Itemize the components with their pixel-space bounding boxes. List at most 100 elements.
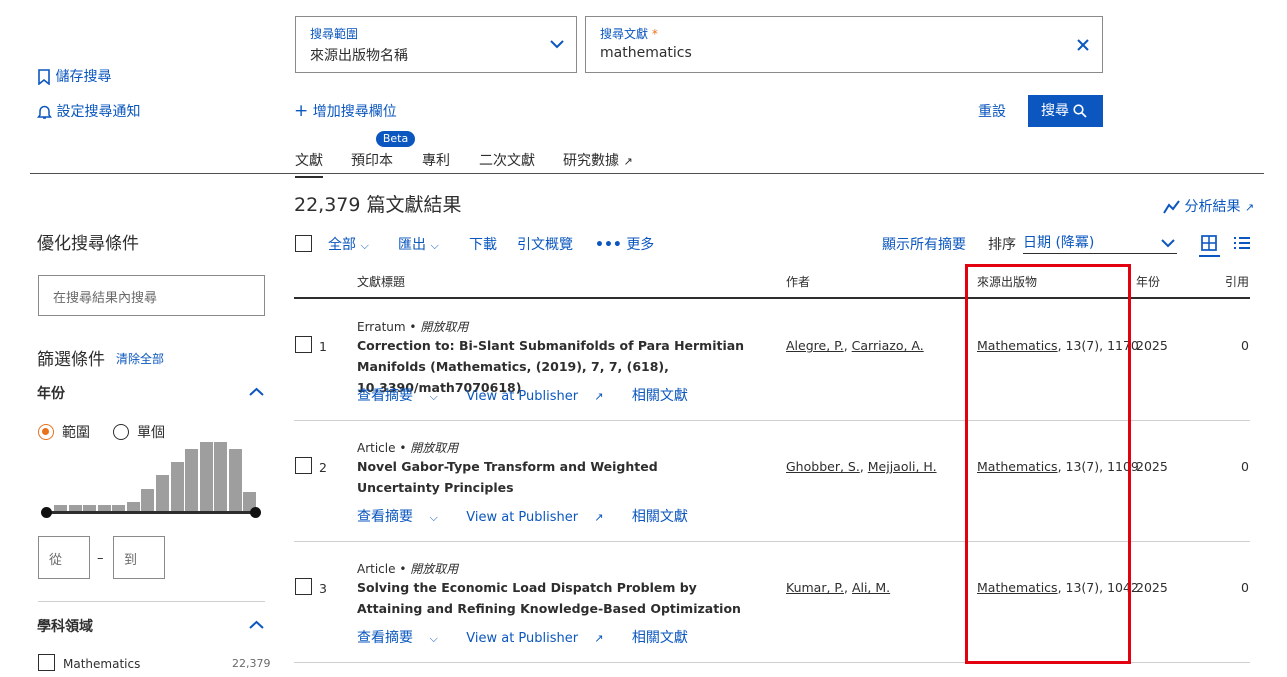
- view-abstract-toggle[interactable]: 查看摘要 ⌵: [357, 630, 450, 646]
- trend-line-icon: [1163, 200, 1180, 214]
- related-documents-link[interactable]: 相關文獻: [632, 509, 688, 525]
- year-to-input[interactable]: 到: [113, 536, 165, 579]
- search-button[interactable]: 搜尋: [1028, 95, 1103, 127]
- tab-patents[interactable]: 專利: [422, 150, 450, 170]
- set-alert-link[interactable]: 設定搜尋通知: [37, 101, 140, 121]
- add-search-field-button[interactable]: + 增加搜尋欄位: [294, 101, 397, 121]
- search-query-field[interactable]: 搜尋文獻 * mathematics: [585, 16, 1103, 73]
- document-type: Article • 開放取用: [357, 562, 459, 576]
- refine-search-title: 優化搜尋條件: [37, 234, 139, 254]
- export-dropdown[interactable]: 匯出 ⌵: [398, 234, 439, 254]
- chevron-down-icon: ⌵: [429, 390, 438, 403]
- author-link[interactable]: Ali, M.: [852, 580, 890, 595]
- author-link[interactable]: Kumar, P.: [786, 580, 844, 595]
- author-link[interactable]: Mejjaoli, H.: [868, 459, 937, 474]
- single-radio-label: 單個: [137, 425, 165, 441]
- required-marker: *: [651, 27, 658, 41]
- header-divider: [30, 173, 1264, 174]
- related-documents-link[interactable]: 相關文獻: [632, 388, 688, 404]
- histogram-bar: [214, 442, 227, 512]
- search-scope-value: 來源出版物名稱: [310, 48, 408, 64]
- table-view-underline: [1199, 255, 1220, 257]
- list-view-icon[interactable]: [1234, 236, 1250, 250]
- download-button[interactable]: 下載: [469, 234, 497, 254]
- search-query-input[interactable]: mathematics: [600, 45, 692, 61]
- year-from-input[interactable]: 從: [38, 536, 90, 579]
- external-link-icon: ↗: [1244, 201, 1255, 214]
- view-abstract-label: 查看摘要: [357, 388, 413, 404]
- view-at-publisher-label: View at Publisher: [466, 631, 579, 646]
- save-search-label: 儲存搜尋: [55, 69, 112, 85]
- view-abstract-toggle[interactable]: 查看摘要 ⌵: [357, 388, 450, 404]
- tab-secondary-documents[interactable]: 二次文獻: [479, 150, 535, 170]
- table-view-icon[interactable]: [1201, 235, 1217, 251]
- slider-handle-end[interactable]: [250, 507, 261, 518]
- analyze-results-link[interactable]: 分析結果 ↗: [1163, 196, 1254, 216]
- clear-all-link[interactable]: 清除全部: [116, 350, 164, 367]
- related-documents-link[interactable]: 相關文獻: [632, 630, 688, 646]
- search-scope-label: 搜尋範圍: [310, 27, 359, 41]
- year-cell: 2025: [1136, 338, 1168, 353]
- histogram-bar: [229, 449, 242, 512]
- sidebar-divider: [38, 601, 265, 602]
- subject-area-heading: 學科領域: [37, 619, 93, 635]
- author-link[interactable]: Carriazo, A.: [852, 338, 924, 353]
- open-access-label: 開放取用: [410, 441, 459, 455]
- subject-checkbox-mathematics[interactable]: [38, 654, 55, 671]
- cited-by-cell: 0: [1241, 338, 1249, 353]
- document-title-link[interactable]: Solving the Economic Load Dispatch Probl…: [357, 577, 747, 619]
- external-link-icon: ↗: [594, 511, 604, 524]
- chevron-up-icon[interactable]: [249, 387, 264, 397]
- year-filter-heading: 年份: [37, 386, 65, 402]
- search-scope-select[interactable]: 搜尋範圍 來源出版物名稱: [295, 16, 577, 73]
- view-at-publisher-link[interactable]: View at Publisher ↗: [466, 631, 615, 646]
- author-link[interactable]: Ghobber, S.: [786, 459, 860, 474]
- row-checkbox[interactable]: [295, 578, 312, 595]
- subject-item-count: 22,379: [232, 657, 271, 670]
- range-radio-label: 範圍: [62, 425, 90, 441]
- search-within-input[interactable]: 在搜尋結果內搜尋: [38, 275, 265, 316]
- beta-badge: Beta: [376, 131, 415, 147]
- author-link[interactable]: Alegre, P.: [786, 338, 844, 353]
- select-all-checkbox[interactable]: [295, 235, 312, 252]
- sort-select[interactable]: 日期 (降冪): [1023, 232, 1177, 254]
- external-link-icon: ↗: [594, 632, 604, 645]
- sort-value: 日期 (降冪): [1023, 235, 1095, 251]
- histogram-bar: [185, 449, 198, 512]
- more-label: 更多: [626, 237, 655, 253]
- year-range-slider-track[interactable]: [46, 511, 256, 514]
- authors-cell: Alegre, P., Carriazo, A.: [786, 338, 924, 353]
- view-at-publisher-link[interactable]: View at Publisher ↗: [466, 510, 615, 525]
- plus-icon: +: [294, 101, 309, 121]
- save-search-link[interactable]: 儲存搜尋: [37, 66, 111, 86]
- range-radio[interactable]: [38, 424, 54, 440]
- row-actions: 查看摘要 ⌵ View at Publisher ↗ 相關文獻: [357, 506, 700, 526]
- more-menu-button[interactable]: ••• 更多: [595, 234, 654, 254]
- select-all-label: 全部: [328, 237, 356, 253]
- tab-research-data-label: 研究數據: [563, 153, 619, 169]
- close-icon[interactable]: [1077, 39, 1089, 51]
- tab-preprints[interactable]: 預印本: [351, 150, 393, 170]
- show-all-abstracts-button[interactable]: 顯示所有摘要: [882, 234, 966, 254]
- chevron-up-icon[interactable]: [249, 620, 264, 630]
- row-checkbox[interactable]: [295, 457, 312, 474]
- add-search-field-label: 增加搜尋欄位: [312, 104, 397, 120]
- subject-item-label: Mathematics: [63, 657, 141, 671]
- slider-handle-start[interactable]: [41, 507, 52, 518]
- row-actions: 查看摘要 ⌵ View at Publisher ↗ 相關文獻: [357, 385, 700, 405]
- column-year[interactable]: 年份: [1136, 273, 1160, 290]
- view-at-publisher-link[interactable]: View at Publisher ↗: [466, 389, 615, 404]
- reset-button[interactable]: 重設: [978, 101, 1006, 121]
- citation-overview-button[interactable]: 引文概覽: [517, 234, 573, 254]
- year-to-placeholder: 到: [124, 553, 138, 568]
- open-access-label: 開放取用: [410, 562, 459, 576]
- view-abstract-toggle[interactable]: 查看摘要 ⌵: [357, 509, 450, 525]
- tab-research-data[interactable]: 研究數據 ↗: [563, 150, 633, 170]
- row-checkbox[interactable]: [295, 336, 312, 353]
- cited-by-cell: 0: [1241, 580, 1249, 595]
- single-radio[interactable]: [113, 424, 129, 440]
- select-all-dropdown[interactable]: 全部 ⌵: [328, 234, 369, 254]
- document-title-link[interactable]: Novel Gabor-Type Transform and Weighted …: [357, 456, 717, 498]
- search-query-label: 搜尋文獻: [600, 27, 649, 41]
- column-cited[interactable]: 引用: [1225, 273, 1249, 290]
